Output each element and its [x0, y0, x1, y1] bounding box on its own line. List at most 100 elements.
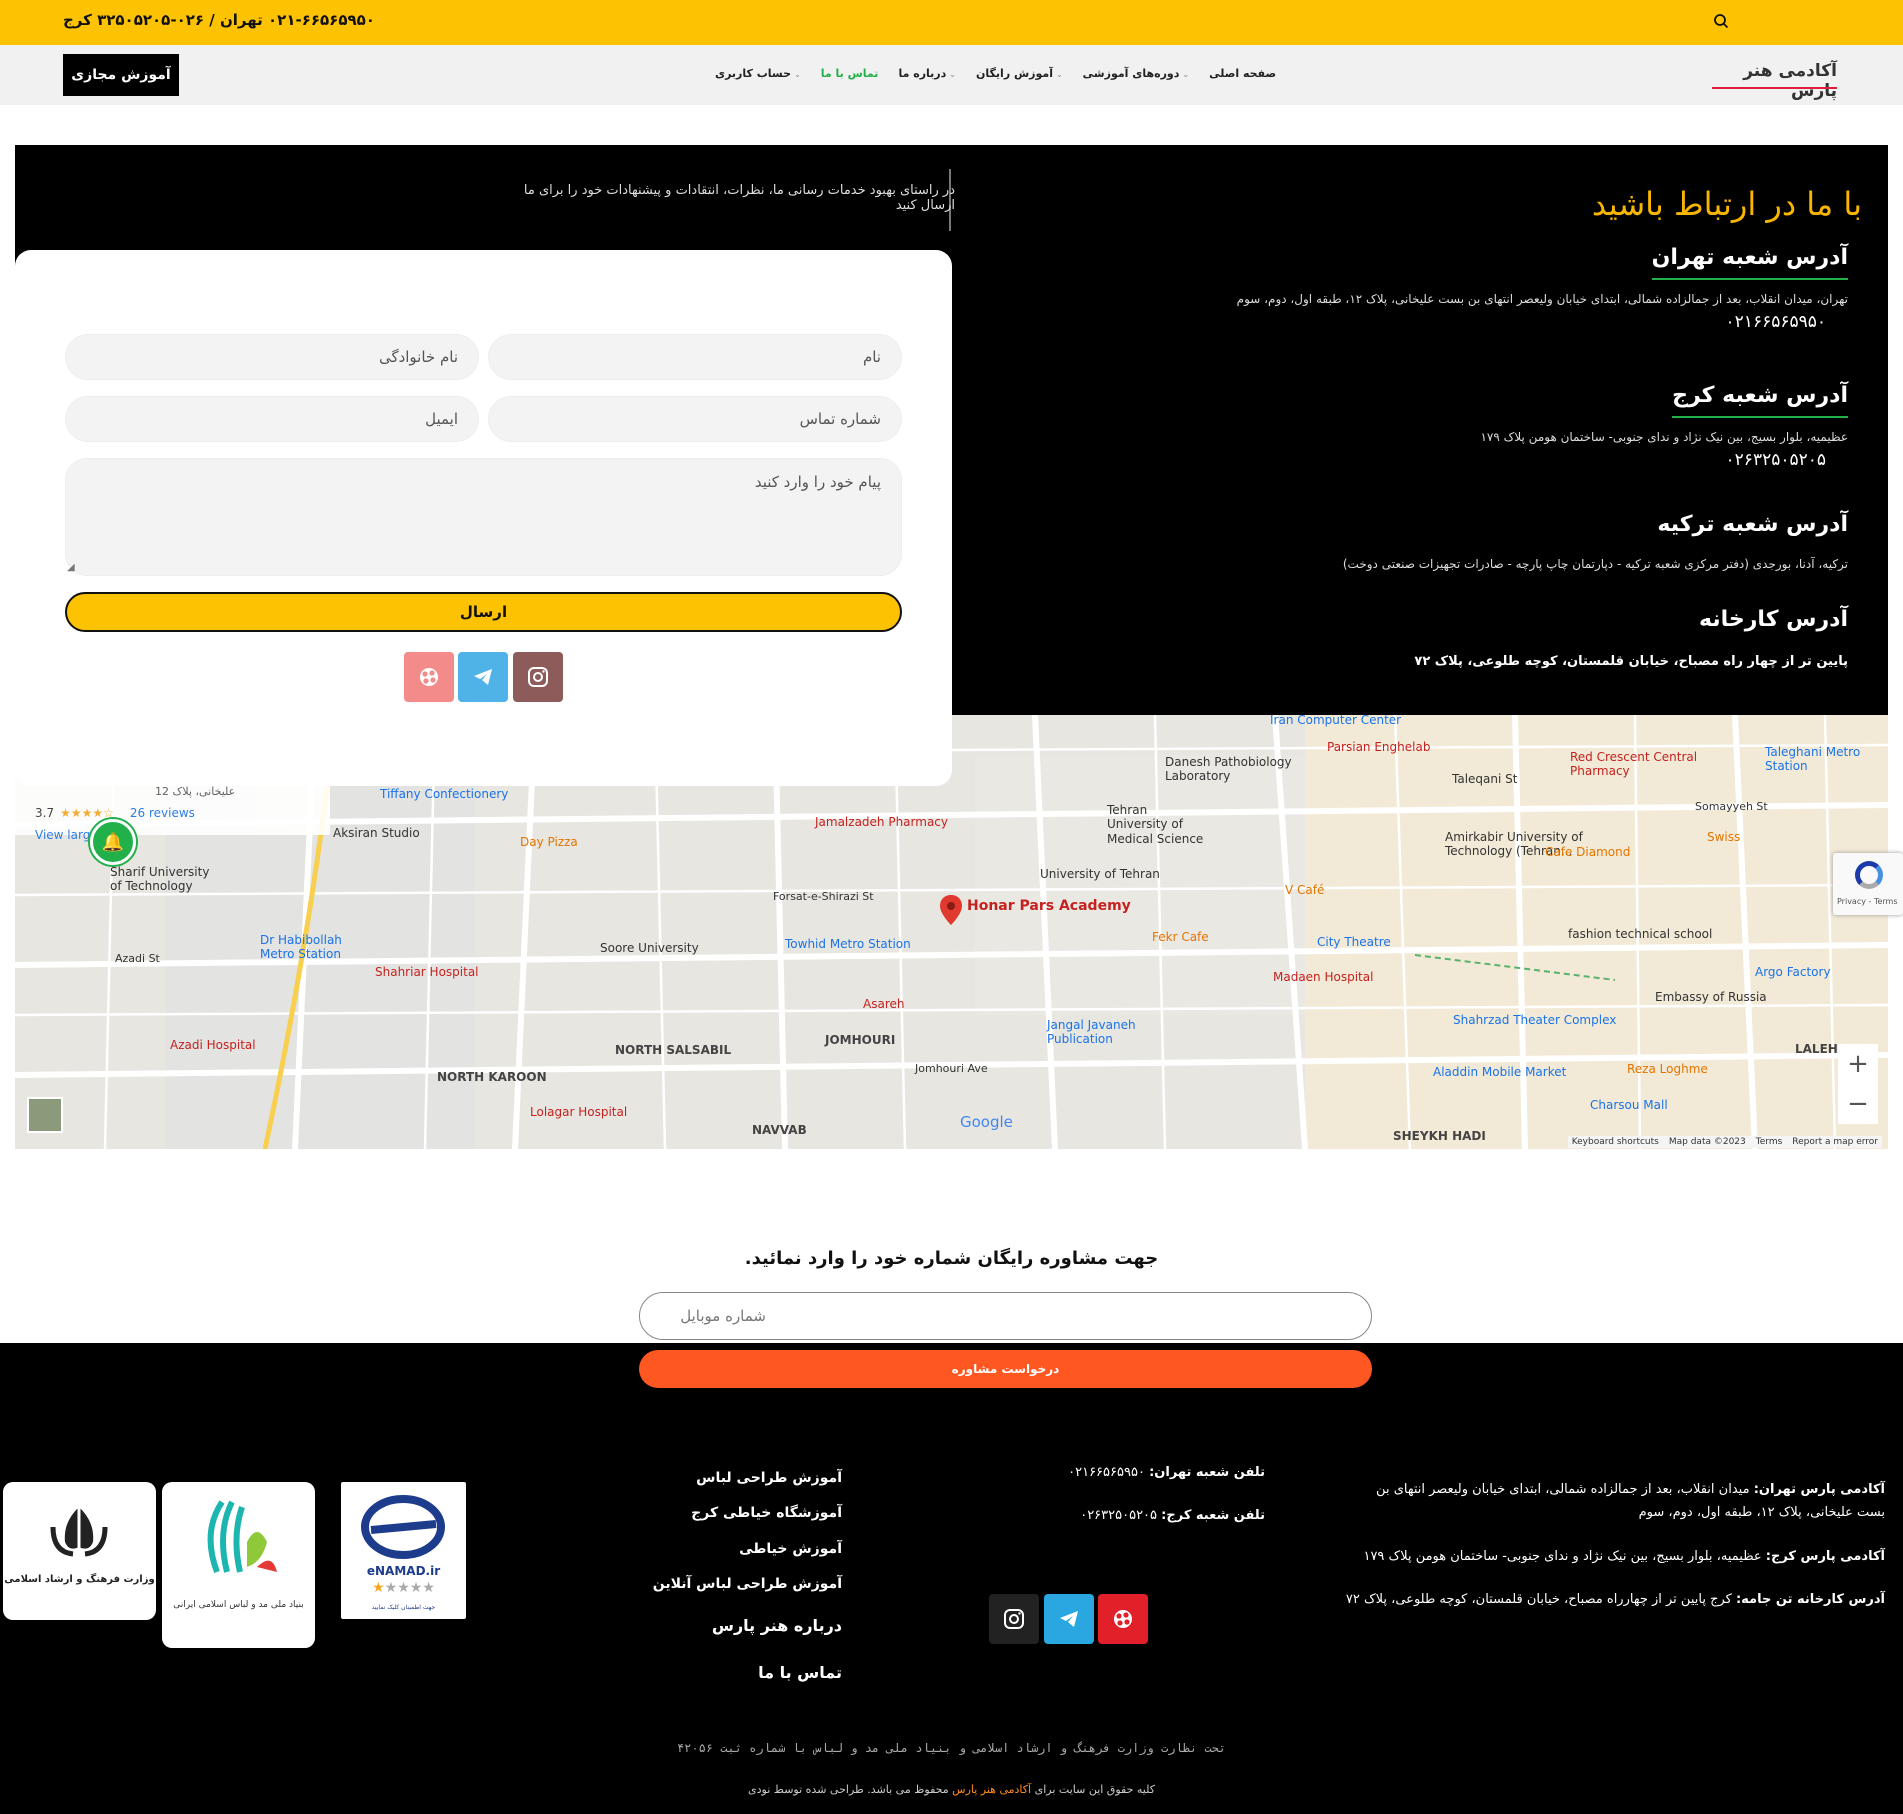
copyright-brand-link[interactable]: آکادمی هنر پارس [952, 1783, 1031, 1796]
virtual-training-button[interactable]: آموزش مجازی [63, 54, 179, 96]
copyright-text: کلیه حقوق این سایت برای آکادمی هنر پارس … [748, 1783, 1155, 1796]
map-label: Soore University [600, 941, 699, 955]
report-error-link[interactable]: Report a map error [1792, 1137, 1878, 1147]
branch-phone[interactable]: ۰۲۱۶۶۵۶۵۹۵۰ [1237, 312, 1848, 332]
map-label: Jangal Javaneh Publication [1047, 1018, 1136, 1047]
aparat-icon[interactable] [1098, 1594, 1148, 1644]
instagram-icon[interactable] [989, 1594, 1039, 1644]
branch-phone[interactable]: ۰۲۶۳۲۵۰۵۲۰۵ [1480, 450, 1848, 470]
footer-link[interactable]: آموزشگاه خیاطی کرج [691, 1505, 842, 1521]
fashion-foundation-badge[interactable]: بنیاد ملی مد و لباس اسلامی ایرانی [162, 1482, 315, 1648]
footer-link[interactable]: آموزش طراحی لباس [696, 1470, 842, 1486]
nav-item-about[interactable]: درباره ما ⌄ [898, 67, 956, 85]
map-label: Reza Loghme [1627, 1062, 1708, 1076]
footer-addresses: آکادمی پارس تهران: میدان انقلاب، بعد از … [1295, 1478, 1885, 1612]
iran-emblem-icon [50, 1502, 108, 1557]
nav-item-account[interactable]: حساب کاربری ⌄ [715, 67, 801, 85]
footer-about-link[interactable]: درباره هنر پارس [712, 1616, 842, 1635]
resize-handle-icon[interactable]: ◢ [67, 562, 75, 573]
place-rating: 3.7 [35, 806, 55, 820]
nav-item-home[interactable]: صفحه اصلی [1209, 67, 1276, 85]
chevron-down-icon: ⌄ [1055, 70, 1063, 79]
chevron-down-icon: ⌄ [1182, 70, 1190, 79]
footer-contact-link[interactable]: تماس با ما [758, 1663, 842, 1682]
recaptcha-links[interactable]: Privacy - Terms [1837, 897, 1898, 906]
contact-subtitle: در راستای بهبود خدمات رسانی ما، نظرات، ا… [523, 183, 955, 213]
consultation-button[interactable]: درخواست مشاوره [639, 1350, 1372, 1388]
map-label: Somayyeh St [1695, 800, 1768, 813]
first-name-field[interactable]: نام [488, 334, 902, 380]
map-label: Taleghani Metro Station [1765, 745, 1861, 774]
map-label: Jomhouri Ave [915, 1062, 988, 1075]
branch-karaj: آدرس شعبه کرج عظیمیه، بلوار بسیج، بین نی… [1480, 383, 1848, 470]
main-nav: آموزش مجازی صفحه اصلی دوره‌های آموزشی ⌄ آ… [0, 45, 1903, 105]
email-field[interactable]: ایمیل [65, 396, 479, 442]
branch-factory: آدرس کارخانه پایین تر از چهار راه مصباح،… [1414, 607, 1848, 669]
branch-tehran: آدرس شعبه تهران تهران، میدان انقلاب، بعد… [1237, 245, 1848, 332]
footer-phone-tehran[interactable]: تلفن شعبه تهران: ۰۲۱۶۶۵۶۵۹۵۰ [1045, 1461, 1265, 1484]
footer-phones: تلفن شعبه تهران: ۰۲۱۶۶۵۶۵۹۵۰ تلفن شعبه ک… [1045, 1461, 1265, 1528]
map-label: Aksiran Studio [333, 826, 420, 840]
footer-phone-karaj[interactable]: تلفن شعبه کرج: ۰۲۶۳۲۵۰۵۲۰۵ [1045, 1504, 1265, 1527]
foundation-logo-icon [207, 1500, 277, 1574]
contact-title: با ما در ارتباط باشید [1591, 185, 1862, 223]
nav-item-contact[interactable]: تماس با ما [821, 67, 879, 85]
search-icon[interactable] [1713, 13, 1729, 29]
branch-heading: آدرس شعبه تهران [1651, 245, 1848, 280]
map-layer-toggle[interactable] [27, 1097, 63, 1133]
map-label: Taleqani St [1452, 772, 1518, 786]
map-marker-icon[interactable] [940, 895, 962, 925]
map-label: Day Pizza [520, 835, 578, 849]
map-label: City Theatre [1317, 935, 1391, 949]
place-address-snippet: علیخانی، پلاک 12 [155, 785, 236, 798]
map-label: University of Tehran [1040, 867, 1160, 881]
map-label: Azadi Hospital [170, 1038, 256, 1052]
map-label: Charsou Mall [1590, 1098, 1668, 1112]
recaptcha-badge[interactable]: Privacy - Terms [1833, 853, 1903, 915]
enamad-label: eNAMAD.ir [366, 1564, 441, 1578]
header-phones: ۰۲۱-۶۶۵۶۵۹۵۰ تهران / ۰۲۶-۳۲۵۰۵۲۰۵ کرج [63, 11, 375, 29]
branch-address: ترکیه، آدنا، بورجدی (دفتر مرکزی شعبه ترک… [1342, 557, 1848, 571]
view-larger-map-link[interactable]: View large [35, 828, 98, 842]
zoom-out-button[interactable]: − [1838, 1084, 1878, 1124]
map-label: Iran Computer Center [1270, 715, 1402, 727]
notification-bell-icon[interactable]: 🔔 [90, 819, 136, 865]
telegram-icon[interactable] [1044, 1594, 1094, 1644]
aparat-icon[interactable] [404, 652, 454, 702]
terms-link[interactable]: Terms [1756, 1137, 1783, 1147]
site-logo[interactable]: آکادمی هنر پارس [1712, 61, 1837, 101]
map-label: Towhid Metro Station [785, 937, 911, 951]
footer-link[interactable]: آموزش طراحی لباس آنلاین [653, 1576, 842, 1592]
map-label: Dr Habibollah Metro Station [260, 933, 342, 962]
branch-heading: آدرس شعبه کرج [1672, 383, 1848, 418]
map-label: V Café [1285, 883, 1325, 897]
enamad-badge[interactable]: eNAMAD.ir ★★★★★ جهت اطمینان کلیک نمایید [341, 1482, 466, 1619]
branch-heading: آدرس کارخانه [1699, 607, 1848, 632]
nav-item-free-training[interactable]: آموزش رایگان ⌄ [976, 67, 1063, 85]
footer-link[interactable]: آموزش خیاطی [739, 1541, 842, 1557]
nav-menu: صفحه اصلی دوره‌های آموزشی ⌄ آموزش رایگان ⌄… [715, 67, 1276, 85]
map-label: NORTH SALSABIL [615, 1043, 732, 1057]
nav-item-courses[interactable]: دوره‌های آموزشی ⌄ [1083, 67, 1189, 85]
keyboard-shortcuts-link[interactable]: Keyboard shortcuts [1572, 1137, 1659, 1147]
zoom-in-button[interactable]: + [1838, 1044, 1878, 1084]
map-label: Cafe Diamond [1545, 845, 1631, 859]
mobile-input[interactable]: شماره موبایل [639, 1292, 1372, 1340]
place-reviews-link[interactable]: 26 reviews [130, 806, 195, 820]
telegram-icon[interactable] [458, 652, 508, 702]
footer-address-karaj: آکادمی پارس کرج: عظیمیه، بلوار بسیج، بین… [1363, 1548, 1885, 1564]
map-label: fashion technical school [1568, 927, 1713, 941]
map-label: Aladdin Mobile Market [1433, 1065, 1567, 1079]
map-label: Danesh Pathobiology Laboratory [1165, 755, 1292, 784]
enamad-sub: جهت اطمینان کلیک نمایید [371, 1604, 436, 1611]
phone-field[interactable]: شماره تماس [488, 396, 902, 442]
branch-turkey: آدرس شعبه ترکیه ترکیه، آدنا، بورجدی (دفت… [1343, 512, 1848, 571]
map-label: Fekr Cafe [1152, 930, 1209, 944]
instagram-icon[interactable] [513, 652, 563, 702]
message-textarea[interactable]: پیام خود را وارد کنید [65, 458, 902, 576]
ministry-badge[interactable]: وزارت فرهنگ و ارشاد اسلامی [3, 1482, 156, 1620]
map-label: Red Crescent Central Pharmacy [1570, 750, 1698, 779]
last-name-field[interactable]: نام خانوادگی [65, 334, 479, 380]
map-label: Swiss [1707, 830, 1741, 844]
send-button[interactable]: ارسال [65, 592, 902, 632]
